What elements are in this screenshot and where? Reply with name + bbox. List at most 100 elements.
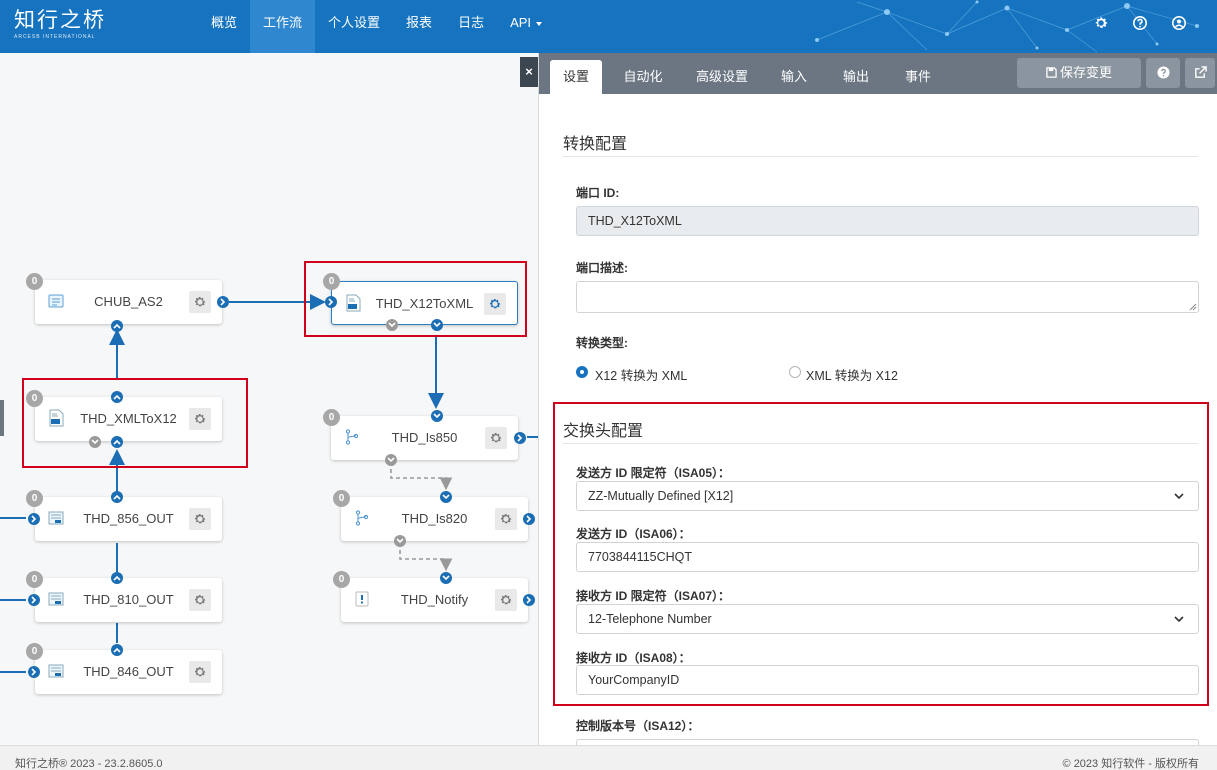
port-id-field[interactable]: THD_X12ToXML bbox=[576, 206, 1199, 236]
radio-x12-to-xml[interactable]: X12 转换为 XML bbox=[576, 366, 776, 383]
node-count-badge: 0 bbox=[26, 490, 43, 507]
branch-icon bbox=[355, 510, 369, 526]
network-decoration bbox=[815, 0, 1199, 53]
node-label: THD_856_OUT bbox=[83, 511, 174, 526]
gear-icon[interactable] bbox=[1093, 15, 1109, 31]
port-desc-label: 端口描述: bbox=[576, 261, 628, 275]
top-navbar: 知行之桥 ARCESB INTERNATIONAL 概览 工作流 个人设置 报表… bbox=[0, 0, 1217, 53]
node-settings-icon[interactable] bbox=[485, 427, 507, 449]
node-count-badge: 0 bbox=[333, 490, 350, 507]
footer: 知行之桥® 2023 - 23.2.8605.0 © 2023 知行软件 - 版… bbox=[0, 745, 1217, 770]
node-count-badge: 0 bbox=[26, 273, 43, 290]
section-divider bbox=[563, 443, 1198, 444]
isa12-label: 控制版本号（ISA12）： bbox=[576, 719, 700, 733]
isa05-select[interactable]: ZZ-Mutually Defined [X12] bbox=[576, 481, 1199, 511]
node-count-badge: 0 bbox=[333, 571, 350, 588]
tab-settings[interactable]: 设置 bbox=[550, 60, 602, 94]
node-count-badge: 0 bbox=[323, 409, 340, 426]
node-label: THD_Notify bbox=[400, 592, 469, 607]
tab-events[interactable]: 事件 bbox=[895, 60, 941, 94]
port-id-label: 端口 ID: bbox=[576, 186, 620, 200]
isa07-label: 接收方 ID 限定符（ISA07）： bbox=[576, 589, 731, 603]
isa07-value: 12-Telephone Number bbox=[588, 612, 712, 626]
tab-automation[interactable]: 自动化 bbox=[613, 60, 673, 94]
section-divider bbox=[563, 156, 1198, 157]
branch-icon bbox=[345, 429, 359, 445]
node-label: THD_846_OUT bbox=[83, 664, 174, 679]
highlight-box bbox=[304, 261, 527, 337]
save-button-label: 保存变更 bbox=[1059, 65, 1112, 80]
isa07-select[interactable]: 12-Telephone Number bbox=[576, 604, 1199, 634]
tab-advanced[interactable]: 高级设置 bbox=[686, 60, 758, 94]
nav-api-label: API bbox=[510, 15, 532, 30]
edi-icon bbox=[48, 592, 64, 606]
node-settings-icon[interactable] bbox=[189, 291, 211, 313]
nav-profile[interactable]: 个人设置 bbox=[315, 0, 393, 53]
node-count-badge: 0 bbox=[26, 643, 43, 660]
isa06-input[interactable]: 7703844115CHQT bbox=[576, 542, 1199, 572]
popout-button[interactable] bbox=[1185, 58, 1215, 88]
help-icon[interactable] bbox=[1132, 15, 1148, 31]
as2-icon bbox=[48, 294, 64, 308]
flow-canvas[interactable]: CHUB_AS2 0 THD_X12ToXML 0 THD_XMLToX12 0… bbox=[0, 53, 538, 745]
radio-xml-to-x12[interactable]: XML 转换为 X12 bbox=[789, 366, 989, 383]
nav-api[interactable]: API bbox=[497, 0, 555, 53]
isa08-label: 接收方 ID（ISA08）： bbox=[576, 651, 691, 665]
section-title-conversion: 转换配置 bbox=[563, 136, 628, 153]
isa06-label: 发送方 ID（ISA06）： bbox=[576, 527, 691, 541]
external-link-icon bbox=[1194, 66, 1207, 78]
port-desc-textarea[interactable] bbox=[576, 281, 1199, 313]
user-icon[interactable] bbox=[1171, 15, 1187, 31]
node-label: THD_Is850 bbox=[391, 430, 458, 445]
resize-handle-icon[interactable] bbox=[1189, 303, 1197, 311]
node-settings-icon[interactable] bbox=[189, 589, 211, 611]
save-icon bbox=[1046, 67, 1057, 78]
highlight-box bbox=[22, 378, 248, 468]
isa05-label: 发送方 ID 限定符（ISA05）： bbox=[576, 466, 731, 480]
node-label: CHUB_AS2 bbox=[94, 294, 163, 309]
chevron-down-icon bbox=[536, 21, 543, 26]
chevron-down-icon bbox=[1174, 616, 1184, 623]
help-icon bbox=[1156, 66, 1170, 79]
flow-node-chub-as2[interactable]: CHUB_AS2 bbox=[35, 280, 222, 324]
left-collapse-handle[interactable] bbox=[0, 400, 4, 436]
tab-output[interactable]: 输出 bbox=[833, 60, 879, 94]
footer-copyright: © 2023 知行软件 - 版权所有 bbox=[1062, 758, 1199, 770]
nav-logs[interactable]: 日志 bbox=[445, 0, 497, 53]
flow-node-thd-is850[interactable]: THD_Is850 bbox=[331, 416, 518, 460]
help-button[interactable] bbox=[1146, 58, 1180, 88]
save-button[interactable]: 保存变更 bbox=[1017, 58, 1141, 88]
panel-tabbar: 设置 自动化 高级设置 输入 输出 事件 保存变更 bbox=[539, 53, 1217, 94]
close-panel-button[interactable]: × bbox=[520, 57, 538, 87]
main-nav: 概览 工作流 个人设置 报表 日志 API bbox=[198, 0, 555, 53]
node-settings-icon[interactable] bbox=[189, 508, 211, 530]
nav-workflow[interactable]: 工作流 bbox=[250, 0, 316, 53]
isa05-value: ZZ-Mutually Defined [X12] bbox=[588, 489, 734, 503]
logo-subtitle: ARCESB INTERNATIONAL bbox=[14, 34, 96, 40]
flow-node-thd-is820[interactable]: THD_Is820 bbox=[341, 497, 528, 541]
edi-icon bbox=[48, 664, 64, 678]
node-settings-icon[interactable] bbox=[189, 661, 211, 683]
node-settings-icon[interactable] bbox=[495, 508, 517, 530]
flow-node-thd-856-out[interactable]: THD_856_OUT bbox=[35, 497, 222, 541]
conversion-type-label: 转换类型: bbox=[576, 336, 628, 350]
node-label: THD_810_OUT bbox=[83, 592, 174, 607]
flow-node-thd-846-out[interactable]: THD_846_OUT bbox=[35, 650, 222, 694]
notify-icon bbox=[355, 591, 369, 607]
flow-node-thd-810-out[interactable]: THD_810_OUT bbox=[35, 578, 222, 622]
chevron-down-icon bbox=[1174, 493, 1184, 500]
nav-reports[interactable]: 报表 bbox=[393, 0, 445, 53]
radio-selected-icon bbox=[576, 366, 588, 378]
node-settings-icon[interactable] bbox=[495, 589, 517, 611]
isa08-input[interactable]: YourCompanyID bbox=[576, 665, 1199, 695]
nav-overview[interactable]: 概览 bbox=[198, 0, 250, 53]
radio-label: XML 转换为 X12 bbox=[806, 369, 898, 383]
footer-version: 知行之桥® 2023 - 23.2.8605.0 bbox=[15, 758, 163, 770]
section-title-interchange: 交换头配置 bbox=[563, 423, 644, 440]
logo-text: 知行之桥 bbox=[14, 9, 106, 32]
app-logo[interactable]: 知行之桥 ARCESB INTERNATIONAL bbox=[14, 9, 106, 40]
flow-node-thd-notify[interactable]: THD_Notify bbox=[341, 578, 528, 622]
node-count-badge: 0 bbox=[26, 571, 43, 588]
edi-icon bbox=[48, 511, 64, 525]
tab-input[interactable]: 输入 bbox=[771, 60, 817, 94]
